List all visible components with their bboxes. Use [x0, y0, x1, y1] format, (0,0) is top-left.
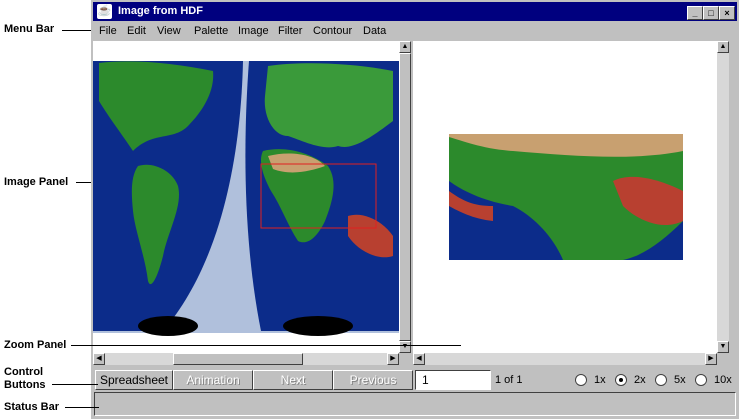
title-bar[interactable]: ☕ Image from HDF _ □ ×: [93, 2, 737, 21]
zoom-5x-radio[interactable]: [655, 374, 667, 386]
scroll-left-icon[interactable]: ◀: [93, 353, 105, 365]
scroll-down-icon[interactable]: ▼: [399, 341, 411, 353]
image-vertical-scrollbar[interactable]: ▲ ▼: [399, 41, 411, 353]
menu-view[interactable]: View: [157, 25, 181, 37]
next-button[interactable]: Next: [253, 370, 333, 390]
image-panel[interactable]: [93, 41, 399, 353]
spreadsheet-button[interactable]: Spreadsheet: [95, 370, 173, 390]
previous-button[interactable]: Previous: [333, 370, 413, 390]
scroll-up-icon[interactable]: ▲: [399, 41, 411, 53]
image-window: ☕ Image from HDF _ □ × File Edit View Pa…: [91, 0, 739, 419]
zoom-1x-radio[interactable]: [575, 374, 587, 386]
zoom-vertical-scrollbar[interactable]: ▲ ▼: [717, 41, 729, 353]
zoom-scroll-left-icon[interactable]: ◀: [413, 353, 425, 365]
zoom-panel[interactable]: [413, 41, 717, 353]
world-map-image: [93, 61, 399, 336]
menu-bar-callout: Menu Bar: [4, 23, 55, 35]
zoom-1x-label: 1x: [594, 374, 606, 386]
menu-image[interactable]: Image: [238, 25, 269, 37]
zoom-panel-leader: [71, 345, 461, 346]
zoom-2x-label: 2x: [634, 374, 646, 386]
zoom-scroll-down-icon[interactable]: ▼: [717, 341, 729, 353]
control-buttons-callout-line1: Control: [4, 366, 44, 378]
status-bar-leader: [65, 407, 99, 408]
image-horizontal-scrollbar[interactable]: ◀ ▶: [93, 353, 399, 365]
window-title: Image from HDF: [118, 5, 203, 17]
zoom-scroll-up-icon[interactable]: ▲: [717, 41, 729, 53]
image-panel-callout: Image Panel: [4, 176, 69, 188]
control-buttons-leader: [52, 384, 98, 385]
menu-contour[interactable]: Contour: [313, 25, 352, 37]
menu-filter[interactable]: Filter: [278, 25, 302, 37]
close-button[interactable]: ×: [719, 6, 735, 20]
zoomed-image: [449, 134, 683, 260]
zoom-2x-radio[interactable]: [615, 374, 627, 386]
coffee-cup-icon: ☕: [97, 4, 112, 19]
scroll-right-icon[interactable]: ▶: [387, 353, 399, 365]
status-bar-callout: Status Bar: [4, 401, 60, 413]
zoom-horizontal-scrollbar[interactable]: ◀ ▶: [413, 353, 717, 365]
zoom-panel-callout: Zoom Panel: [4, 339, 67, 351]
control-buttons-callout-line2: Buttons: [4, 379, 46, 391]
zoom-10x-label: 10x: [714, 374, 732, 386]
image-vertical-thumb[interactable]: [399, 53, 411, 341]
menu-edit[interactable]: Edit: [127, 25, 146, 37]
zoom-5x-label: 5x: [674, 374, 686, 386]
menu-file[interactable]: File: [99, 25, 117, 37]
status-bar: [94, 392, 736, 416]
animation-button[interactable]: Animation: [173, 370, 253, 390]
maximize-button[interactable]: □: [703, 6, 719, 20]
menu-bar: File Edit View Palette Image Filter Cont…: [91, 22, 739, 40]
zoom-scroll-right-icon[interactable]: ▶: [705, 353, 717, 365]
scroll-corner: [399, 353, 411, 365]
zoom-10x-radio[interactable]: [695, 374, 707, 386]
page-number-input[interactable]: 1: [415, 370, 491, 390]
menu-data[interactable]: Data: [363, 25, 386, 37]
menu-palette[interactable]: Palette: [194, 25, 228, 37]
page-count: 1 of 1: [495, 374, 523, 386]
minimize-button[interactable]: _: [687, 6, 703, 20]
image-horizontal-thumb[interactable]: [173, 353, 303, 365]
